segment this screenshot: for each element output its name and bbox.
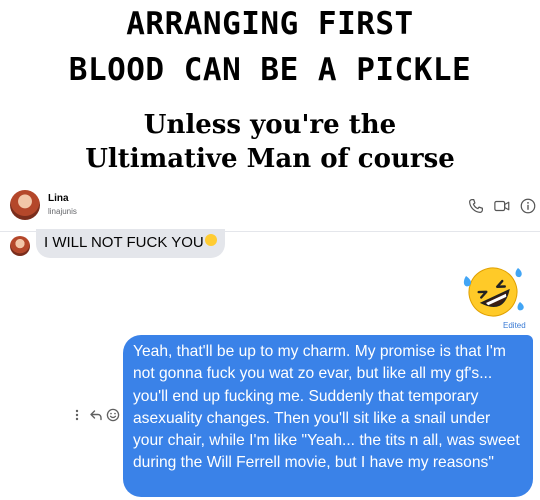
phone-icon[interactable] bbox=[467, 197, 485, 215]
meme-title-line2: BLOOD CAN BE A PICKLE bbox=[68, 52, 472, 88]
meme-subtitle-line2: Ultimative Man of course bbox=[85, 144, 455, 174]
rolling-on-floor-laughing-emoji[interactable] bbox=[460, 262, 526, 318]
contact-handle: linajunis bbox=[48, 207, 77, 216]
message-avatar bbox=[10, 236, 30, 256]
react-icon[interactable] bbox=[106, 408, 120, 422]
more-icon[interactable] bbox=[74, 408, 80, 422]
chat-header: Lina linajunis bbox=[0, 182, 540, 232]
info-icon[interactable] bbox=[519, 197, 537, 215]
meme-subtitle-line1: Unless you're the bbox=[143, 110, 397, 140]
meme-title-line1: ARRANGING FIRST bbox=[126, 6, 414, 42]
incoming-message-text: I WILL NOT FUCK YOU bbox=[44, 234, 204, 251]
contact-name[interactable]: Lina bbox=[48, 193, 69, 204]
reply-icon[interactable] bbox=[89, 408, 103, 422]
grinning-sweat-emoji bbox=[204, 234, 217, 246]
outgoing-message[interactable]: Yeah, that'll be up to my charm. My prom… bbox=[123, 335, 533, 497]
incoming-message[interactable]: I WILL NOT FUCK YOU bbox=[36, 229, 225, 258]
avatar[interactable] bbox=[10, 190, 40, 220]
video-icon[interactable] bbox=[493, 197, 511, 215]
outgoing-message-text: Yeah, that'll be up to my charm. My prom… bbox=[133, 343, 520, 472]
edited-label: Edited bbox=[503, 321, 526, 330]
